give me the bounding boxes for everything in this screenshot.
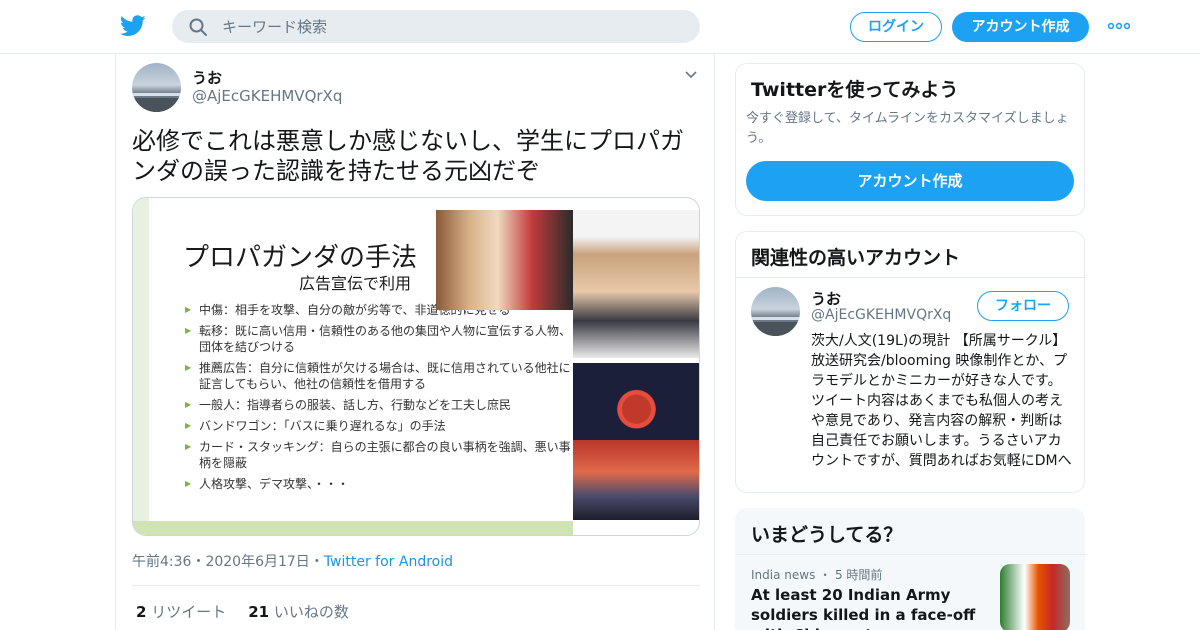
trending-title: いまどうしてる？ bbox=[751, 524, 903, 546]
trend-headline[interactable]: At least 20 Indian Army soldiers killed … bbox=[751, 585, 991, 630]
tweet-media-image[interactable]: プロパガンダの手法 広告宣伝で利用 中傷：相手を攻撃、自分の敵が劣等で、非道徳的… bbox=[132, 197, 700, 536]
login-button[interactable]: ログイン bbox=[850, 12, 942, 42]
slide-bullet: 人格攻撃、デマ攻撃、・・・ bbox=[185, 476, 575, 492]
slide-bullet: カード・スタッキング：自らの主張に都合の良い事柄を強調、悪い事柄を隠蔽 bbox=[185, 439, 575, 471]
trending-card: いまどうしてる？ India news ・ 5 時間前 At least 20 … bbox=[735, 508, 1086, 630]
slide-bullet: 転移：既に高い信用・信頼性のある他の集団や人物に宣伝する人物、団体を結びつける bbox=[185, 323, 575, 355]
avatar-ground bbox=[751, 322, 800, 336]
avatar[interactable] bbox=[751, 287, 800, 336]
like-label[interactable]: いいねの数 bbox=[274, 603, 349, 621]
tweet-column: うお @AjEcGKEHMVQrXq 必修でこれは悪意しか感じないし、学生にプロ… bbox=[115, 54, 715, 630]
more-options-icon[interactable] bbox=[1108, 20, 1130, 32]
photo-dining bbox=[573, 210, 699, 358]
trend-source: India news bbox=[751, 568, 816, 582]
signup-card: Twitterを使ってみよう 今すぐ登録して、タイムラインをカスタマイズしましょ… bbox=[735, 63, 1085, 216]
slide-bullet: バンドワゴン：「バスに乗り遅れるな」の手法 bbox=[185, 418, 575, 434]
display-name[interactable]: うお bbox=[192, 67, 222, 88]
divider bbox=[736, 277, 1084, 278]
slide-title: プロパガンダの手法 bbox=[183, 243, 418, 273]
search-icon bbox=[189, 18, 207, 36]
related-account-bio: 茨大/人文(19L)の現計 【所属サークル】放送研究会/blooming 映像制… bbox=[811, 333, 1072, 469]
related-account-handle[interactable]: @AjEcGKEHMVQrXq bbox=[811, 307, 951, 323]
user-handle[interactable]: @AjEcGKEHMVQrXq bbox=[192, 87, 342, 105]
avatar-horizon bbox=[751, 317, 800, 320]
related-account-name[interactable]: うお bbox=[811, 288, 841, 309]
retweet-label[interactable]: リツイート bbox=[151, 603, 226, 621]
signup-card-button[interactable]: アカウント作成 bbox=[746, 161, 1074, 201]
avatar-ground bbox=[132, 98, 181, 112]
trend-meta: India news ・ 5 時間前 bbox=[751, 568, 883, 582]
tweet-time: 午前4:36 bbox=[132, 554, 192, 570]
twitter-bird-icon[interactable] bbox=[120, 14, 146, 38]
tweet-meta: 午前4:36・2020年6月17日・Twitter for Android bbox=[132, 554, 454, 570]
photo-group bbox=[436, 210, 573, 310]
signup-card-title: Twitterを使ってみよう bbox=[751, 79, 959, 101]
slide-bullet: 推薦広告：自分に信頼性が欠ける場合は、既に信用されている他社に証言してもらい、他… bbox=[185, 360, 575, 392]
slide-bullet: 一般人：指導者らの服装、話し方、行動などを工夫し庶民 bbox=[185, 397, 575, 413]
tweet-stats: 2 リツイート 21 いいねの数 bbox=[136, 601, 349, 622]
like-count[interactable]: 21 bbox=[248, 603, 269, 621]
slide-edge bbox=[133, 198, 149, 535]
slide-footer-band bbox=[133, 521, 573, 535]
signup-card-description: 今すぐ登録して、タイムラインをカスタマイズしましょう。 bbox=[746, 111, 1069, 146]
chevron-down-icon[interactable] bbox=[684, 70, 698, 80]
slide-subtitle: 広告宣伝で利用 bbox=[299, 274, 412, 293]
search-input[interactable] bbox=[222, 10, 682, 43]
search-box[interactable] bbox=[172, 10, 700, 43]
photo-ceremony bbox=[573, 363, 699, 440]
tweet-text: 必修でこれは悪意しか感じないし、学生にプロパガンダの誤った認識を持たせる元凶だぞ bbox=[132, 127, 684, 185]
slide-bullets: 中傷：相手を攻撃、自分の敵が劣等で、非道徳的に見せる 転移：既に高い信用・信頼性… bbox=[185, 302, 575, 497]
avatar[interactable] bbox=[132, 63, 181, 112]
related-accounts-title: 関連性の高いアカウント bbox=[751, 247, 961, 269]
divider bbox=[736, 554, 1086, 555]
avatar-horizon bbox=[132, 93, 181, 96]
trend-age: 5 時間前 bbox=[834, 568, 883, 582]
trend-thumbnail[interactable] bbox=[1000, 564, 1070, 630]
follow-button[interactable]: フォロー bbox=[977, 291, 1069, 321]
retweet-count[interactable]: 2 bbox=[136, 603, 146, 621]
tweet-source-link[interactable]: Twitter for Android bbox=[324, 554, 453, 570]
signup-button[interactable]: アカウント作成 bbox=[952, 12, 1089, 42]
divider bbox=[132, 585, 700, 586]
tweet-date: 2020年6月17日 bbox=[205, 554, 310, 570]
top-bar: ログイン アカウント作成 bbox=[0, 0, 1200, 54]
related-accounts-card: 関連性の高いアカウント うお @AjEcGKEHMVQrXq フォロー 茨大/人… bbox=[735, 231, 1085, 493]
photo-stage bbox=[573, 440, 699, 520]
